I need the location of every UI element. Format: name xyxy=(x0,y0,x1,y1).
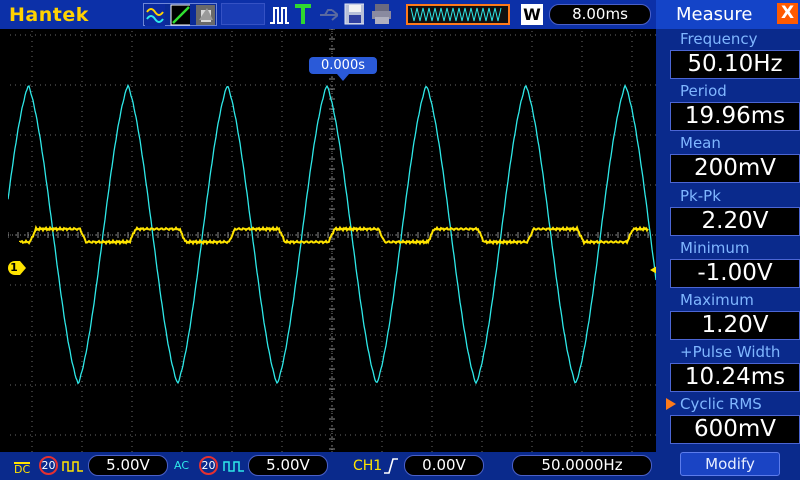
measure-value: 600mV xyxy=(670,415,800,445)
measure-label: Pk-Pk xyxy=(680,186,721,205)
ch1-volts-div[interactable]: 5.00V xyxy=(88,455,168,476)
measure-label: Mean xyxy=(680,134,721,153)
selected-arrow-icon xyxy=(666,398,676,411)
ch2-volts-div[interactable]: 5.00V xyxy=(248,455,328,476)
toolbar-icon-group xyxy=(143,3,217,26)
ch2-coupling: AC xyxy=(174,459,190,472)
close-icon[interactable]: X xyxy=(777,3,798,24)
measure-value: 200mV xyxy=(670,154,800,184)
brand-logo: Hantek xyxy=(9,4,89,26)
traces xyxy=(8,83,656,385)
top-toolbar: Hantek W 8.00ms xyxy=(0,0,656,29)
ch1-trace xyxy=(19,224,649,246)
bottom-status-bar: DC 20 5.00V AC 20 5.00V CH1 0.00V 50.000… xyxy=(0,452,656,480)
ch1-ground-marker[interactable]: 1 xyxy=(8,261,26,275)
measure-label: Minimum xyxy=(680,238,750,257)
measure-label: +Pulse Width xyxy=(680,343,781,362)
ch1-coupling: DC xyxy=(14,462,31,476)
usb-icon[interactable] xyxy=(318,6,338,28)
ch2-invert-icon xyxy=(223,461,244,472)
save-icon[interactable] xyxy=(344,3,364,25)
rising-edge-icon xyxy=(384,458,398,474)
measure-label: Frequency xyxy=(680,30,758,48)
trigger-time-marker[interactable]: 0.000s xyxy=(309,57,377,74)
ch2-bw-limit-icon: 20 xyxy=(199,456,218,475)
measure-value: 50.10Hz xyxy=(670,50,800,79)
measure-value: 2.20V xyxy=(670,206,800,236)
waveform-display[interactable]: 0.000s 1 xyxy=(8,29,664,452)
modify-button[interactable]: Modify xyxy=(680,452,780,476)
trigger-pulse-icon[interactable] xyxy=(269,5,289,27)
measure-label: Period xyxy=(680,82,727,101)
trigger-position-arrow xyxy=(337,74,349,81)
measure-value: -1.00V xyxy=(670,258,800,288)
waveform-memory-preview[interactable] xyxy=(406,4,510,25)
cursor-icon[interactable] xyxy=(170,4,190,26)
trigger-level-readout[interactable]: 0.00V xyxy=(404,455,484,476)
measure-value: 19.96ms xyxy=(670,102,800,132)
trigger-t-icon[interactable] xyxy=(294,4,314,26)
ch1-bw-limit-icon: 20 xyxy=(39,456,58,475)
screenshot-icon[interactable] xyxy=(195,4,215,26)
measure-label: Maximum xyxy=(680,291,754,309)
measure-value: 1.20V xyxy=(670,311,800,340)
math-waveform-icon[interactable] xyxy=(145,4,165,26)
trigger-source: CH1 xyxy=(353,458,383,474)
measure-panel: Measure X Frequency 50.10Hz Period 19.96ms M… xyxy=(656,0,800,480)
ch1-invert-icon xyxy=(62,461,83,472)
measure-value: 10.24ms xyxy=(670,363,800,393)
frequency-counter[interactable]: 50.0000Hz xyxy=(512,455,652,476)
run-status-box[interactable] xyxy=(221,3,265,25)
timebase-readout[interactable]: 8.00ms xyxy=(549,4,651,25)
acquire-mode-indicator[interactable]: W xyxy=(521,4,543,25)
print-icon[interactable] xyxy=(371,3,391,25)
measure-label: Cyclic RMS xyxy=(680,395,762,414)
